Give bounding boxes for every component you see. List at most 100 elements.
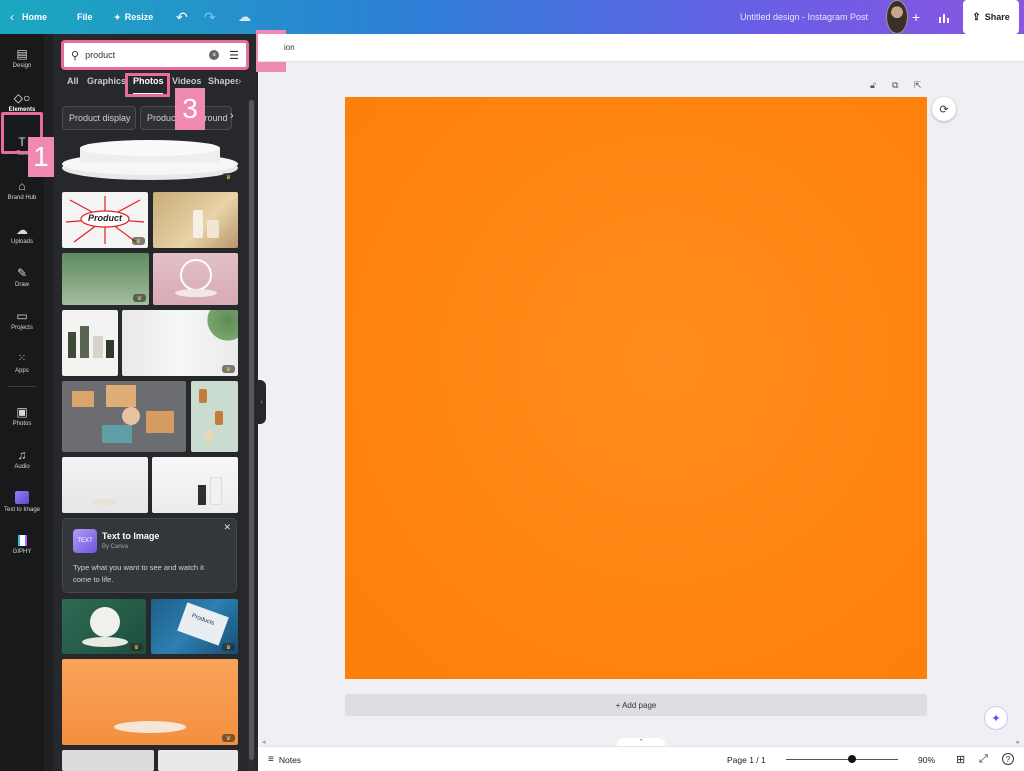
photo-thumbnail[interactable] — [153, 192, 238, 248]
photo-thumbnail[interactable]: ♛ — [122, 310, 238, 376]
resize-button[interactable]: ✦ Resize — [114, 0, 153, 34]
close-icon[interactable]: ✕ — [223, 522, 231, 533]
thumbnail-text: Product — [88, 213, 123, 223]
search-highlight-box — [61, 40, 249, 70]
rail-item-draw[interactable]: ✎ Draw — [0, 257, 44, 297]
projects-icon: ▭ — [16, 308, 28, 323]
avatar[interactable] — [886, 0, 908, 34]
photo-thumbnail[interactable] — [191, 381, 238, 452]
photo-thumbnail[interactable] — [153, 253, 238, 305]
insights-icon[interactable] — [938, 0, 950, 34]
tab-shapes[interactable]: Shapes — [208, 76, 238, 86]
photo-thumbnail[interactable]: ♛ — [62, 599, 146, 654]
add-page-icon[interactable]: ⇱ — [914, 80, 922, 91]
photo-thumbnail[interactable]: ♛ — [62, 659, 238, 745]
tab-all[interactable]: All — [67, 76, 79, 86]
rail-item-text-to-image[interactable]: Text to Image — [0, 482, 44, 522]
zoom-level[interactable]: 90% — [918, 747, 935, 771]
notes-label: Notes — [278, 754, 302, 765]
zoom-slider-knob[interactable] — [848, 755, 856, 763]
cloud-save-icon[interactable]: ☁ — [238, 0, 251, 34]
box-shape — [146, 411, 174, 433]
uploads-icon: ☁ — [16, 222, 28, 237]
photo-thumbnail[interactable] — [62, 381, 186, 452]
panel-scrollbar[interactable] — [248, 100, 255, 771]
photo-thumbnail[interactable]: Products ♛ — [151, 599, 238, 654]
rail-label: Design — [12, 62, 32, 69]
rail-item-audio[interactable]: ♫ Audio — [0, 439, 44, 479]
bottle-shape — [199, 389, 207, 403]
podium-shape — [92, 499, 118, 505]
help-icon[interactable]: ? — [1002, 753, 1014, 765]
bottle-shape — [68, 332, 76, 358]
refresh-icon[interactable]: ⟳ — [932, 97, 956, 121]
scroll-right-icon[interactable]: ▸ — [1016, 738, 1020, 746]
photo-thumbnail[interactable] — [158, 750, 238, 771]
chip-product-display[interactable]: Product display — [62, 106, 136, 130]
photo-thumbnail[interactable] — [152, 457, 238, 513]
duplicate-icon[interactable]: ⧉ — [892, 80, 898, 91]
rail-item-uploads[interactable]: ☁ Uploads — [0, 214, 44, 254]
share-icon: ⇪ — [972, 11, 981, 23]
redo-icon[interactable]: ↷ — [204, 0, 216, 34]
home-button[interactable]: ‹ Home — [10, 0, 47, 34]
elements-icon: ◇○ — [13, 90, 31, 105]
page-indicator[interactable]: Page 1 / 1 — [727, 747, 766, 771]
artboard[interactable] — [345, 97, 927, 679]
chevron-right-icon[interactable]: › — [230, 110, 234, 122]
box-shape — [72, 391, 94, 407]
bottle-shape — [215, 411, 223, 425]
fullscreen-icon[interactable]: ⤢ — [979, 747, 988, 771]
brand-hub-icon: ⌂ — [18, 178, 26, 193]
rail-label: Brand Hub — [7, 194, 37, 201]
rail-label: Apps — [15, 367, 29, 374]
design-title[interactable]: Untitled design - Instagram Post — [740, 0, 868, 34]
home-label: Home — [22, 12, 48, 22]
collapse-panel-handle[interactable]: ‹ — [257, 380, 266, 424]
sparkle-icon: ✦ — [114, 12, 121, 22]
bottle-shape — [193, 210, 203, 238]
tab-graphics[interactable]: Graphics — [87, 76, 126, 86]
tab-videos[interactable]: Videos — [172, 76, 201, 86]
magic-assistant-icon[interactable]: ✦ — [984, 706, 1008, 730]
share-label: Share — [984, 12, 1010, 22]
photo-thumbnail[interactable] — [62, 457, 148, 513]
photo-thumbnail[interactable]: Product ♛ — [62, 192, 148, 248]
bottom-bar: ≡ Notes Page 1 / 1 90% ⊞ ⤢ ? — [258, 746, 1024, 771]
photos-icon: ▣ — [16, 404, 28, 419]
bottle-shape — [198, 485, 206, 505]
photo-thumbnail[interactable]: ♛ — [62, 253, 149, 305]
add-collaborator-icon[interactable]: + — [912, 0, 920, 34]
undo-icon[interactable]: ↶ — [176, 0, 188, 34]
lock-icon[interactable]: 🔓︎ — [870, 80, 876, 91]
grid-view-icon[interactable]: ⊞ — [956, 747, 965, 771]
draw-icon: ✎ — [16, 265, 28, 280]
resize-label: Resize — [124, 12, 154, 22]
zoom-slider[interactable] — [786, 759, 898, 760]
share-button[interactable]: ⇪ Share — [963, 0, 1019, 34]
photo-thumbnail[interactable]: ♛ — [62, 138, 238, 184]
add-page-button[interactable]: + Add page — [345, 694, 927, 716]
rail-item-photos[interactable]: ▣ Photos — [0, 396, 44, 436]
rail-item-giphy[interactable]: GIPHY — [0, 525, 44, 565]
photo-thumbnail[interactable] — [62, 310, 118, 376]
audio-icon: ♫ — [17, 447, 27, 462]
canvas-toolbar: ion — [258, 34, 1024, 62]
scroll-left-icon[interactable]: ◂ — [262, 738, 266, 746]
rail-label: Audio — [14, 463, 30, 470]
bottle-shape — [80, 326, 89, 358]
rail-divider — [8, 386, 36, 387]
toolbar-position-label[interactable]: ion — [284, 43, 295, 52]
file-menu-button[interactable]: File — [77, 0, 93, 34]
notes-button[interactable]: ≡ Notes — [268, 747, 301, 771]
text-to-image-card[interactable]: TEXT Text to Image By Canva Type what yo… — [62, 518, 237, 593]
scrollbar-thumb[interactable] — [249, 100, 254, 760]
chevron-right-icon[interactable]: › — [238, 76, 241, 87]
photo-thumbnail[interactable] — [62, 750, 154, 771]
ring-shape — [180, 259, 212, 291]
rail-item-projects[interactable]: ▭ Projects — [0, 300, 44, 340]
rail-item-apps[interactable]: ⁙ Apps — [0, 343, 44, 383]
jar-shape — [207, 220, 219, 238]
box-shape — [106, 385, 136, 407]
rail-item-design[interactable]: ▤ Design — [0, 38, 44, 78]
